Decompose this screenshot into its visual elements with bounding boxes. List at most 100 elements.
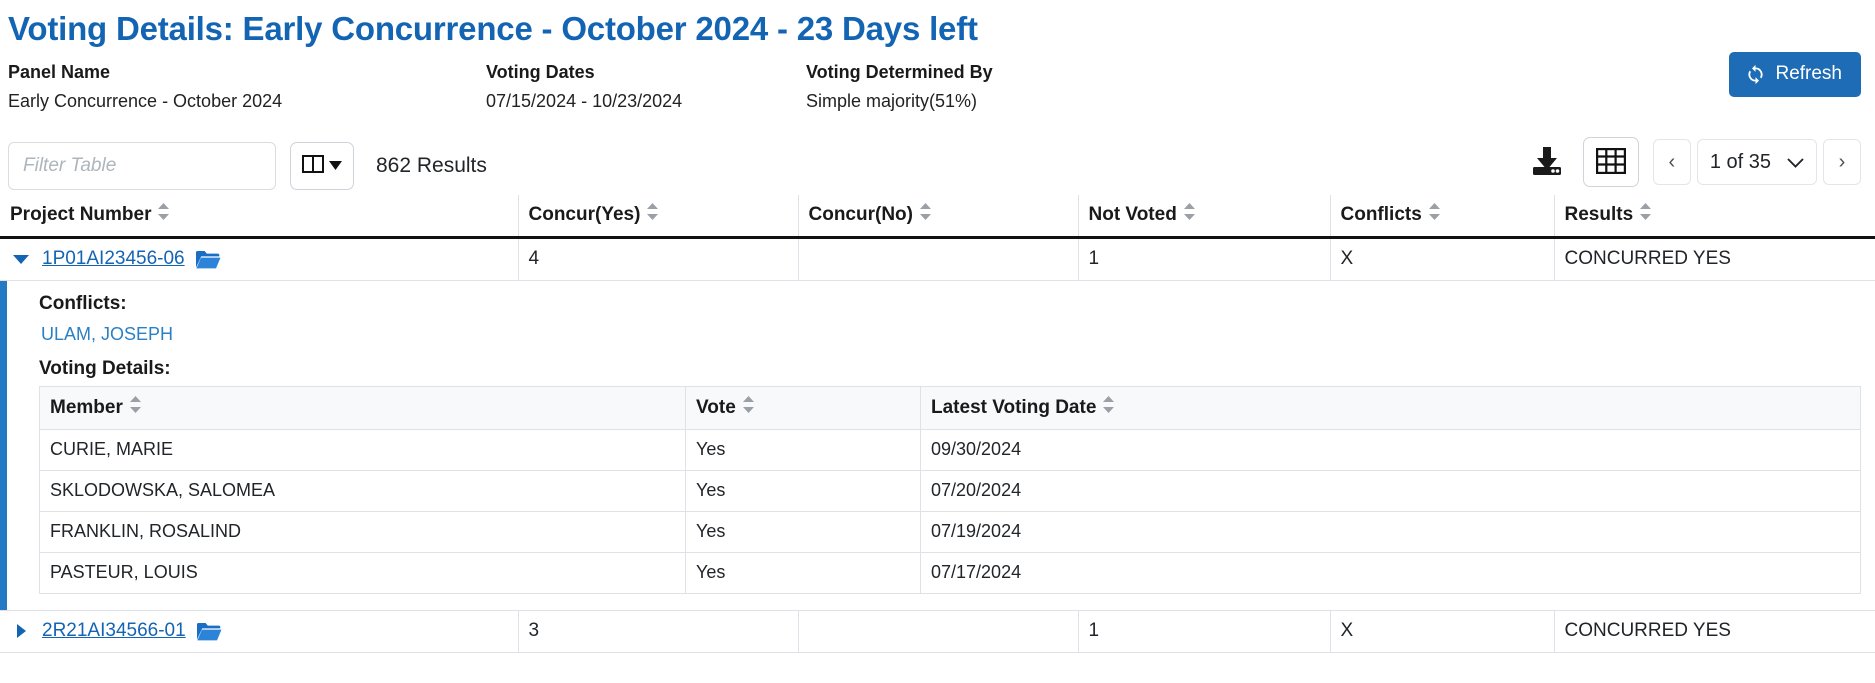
prev-page-button[interactable]: ‹ bbox=[1652, 139, 1691, 185]
cell-conflicts: X bbox=[1330, 237, 1555, 281]
project-number-link[interactable]: 1P01AI23456-06 bbox=[42, 248, 185, 270]
caret-right-icon bbox=[16, 624, 26, 638]
cell-results: CONCURRED YES bbox=[1554, 610, 1875, 653]
table-header: Project Number Concur(Yes) Concur(No) No… bbox=[0, 195, 1875, 239]
next-page-button[interactable]: › bbox=[1823, 139, 1861, 185]
cell-latest-voting-date: 07/17/2024 bbox=[920, 552, 1861, 594]
page-indicator-label: 1 of 35 bbox=[1709, 150, 1771, 173]
column-header-label: Vote bbox=[696, 396, 736, 418]
meta-voting-dates: Voting Dates 07/15/2024 - 10/23/2024 bbox=[486, 60, 806, 115]
grid-view-button[interactable] bbox=[1582, 137, 1639, 187]
column-header-conflicts[interactable]: Conflicts bbox=[1330, 195, 1555, 239]
row-expand-toggle[interactable] bbox=[10, 624, 32, 638]
voting-details-body: CURIE, MARIE Yes 09/30/2024 SKLODOWSKA, … bbox=[39, 429, 1861, 594]
cell-not-voted: 1 bbox=[1078, 610, 1331, 653]
project-number-link[interactable]: 2R21AI34566-01 bbox=[42, 620, 186, 642]
cell-project-number: 1P01AI23456-06 bbox=[0, 237, 519, 281]
cell-concur-yes: 4 bbox=[518, 237, 799, 281]
download-button[interactable] bbox=[1525, 138, 1569, 186]
list-item: PASTEUR, LOUIS Yes 07/17/2024 bbox=[39, 552, 1861, 594]
refresh-label: Refresh bbox=[1775, 63, 1842, 84]
cell-latest-voting-date: 07/20/2024 bbox=[920, 470, 1861, 512]
table-toolbar: 862 Results bbox=[0, 115, 1875, 195]
column-header-concur-yes[interactable]: Concur(Yes) bbox=[518, 195, 799, 239]
detail-panel: Conflicts: ULAM, JOSEPH Voting Details: bbox=[0, 281, 1875, 610]
panel-meta-row: Panel Name Early Concurrence - October 2… bbox=[0, 48, 1875, 115]
sort-icon[interactable] bbox=[158, 203, 170, 226]
voting-details-header: Member Vote Latest Voting Date bbox=[39, 386, 1861, 430]
meta-label: Voting Dates bbox=[486, 62, 595, 82]
sort-icon[interactable] bbox=[1640, 203, 1652, 226]
table-body: 1P01AI23456-06 4 1 X CONCURRED YES Confl… bbox=[0, 237, 1875, 653]
cell-conflicts: X bbox=[1330, 610, 1555, 653]
list-item: FRANKLIN, ROSALIND Yes 07/19/2024 bbox=[39, 511, 1861, 553]
folder-open-icon[interactable] bbox=[196, 621, 222, 642]
sort-icon[interactable] bbox=[1103, 396, 1115, 419]
cell-vote: Yes bbox=[685, 429, 921, 471]
column-header-project-number[interactable]: Project Number bbox=[0, 195, 519, 239]
column-header-label: Latest Voting Date bbox=[931, 396, 1097, 418]
column-header-latest-voting-date[interactable]: Latest Voting Date bbox=[920, 386, 1861, 430]
cell-latest-voting-date: 07/19/2024 bbox=[920, 511, 1861, 553]
sort-icon[interactable] bbox=[129, 396, 141, 419]
meta-label: Voting Determined By bbox=[806, 62, 993, 82]
cell-vote: Yes bbox=[685, 470, 921, 512]
chevron-down-icon bbox=[1787, 151, 1804, 174]
cell-concur-yes: 3 bbox=[518, 610, 799, 653]
table-row[interactable]: 2R21AI34566-01 3 1 X CONCURRED YES bbox=[0, 610, 1875, 653]
column-header-label: Member bbox=[50, 396, 123, 418]
list-item: CURIE, MARIE Yes 09/30/2024 bbox=[39, 429, 1861, 471]
voting-details-label: Voting Details: bbox=[39, 358, 171, 379]
column-chooser-button[interactable] bbox=[290, 142, 354, 190]
cell-concur-no bbox=[798, 610, 1079, 653]
list-item: SKLODOWSKA, SALOMEA Yes 07/20/2024 bbox=[39, 470, 1861, 512]
sort-icon[interactable] bbox=[1183, 203, 1195, 226]
sort-icon[interactable] bbox=[647, 203, 659, 226]
page-title: Voting Details: Early Concurrence - Octo… bbox=[8, 10, 978, 47]
column-header-label: Results bbox=[1564, 203, 1634, 225]
sort-icon[interactable] bbox=[1428, 203, 1440, 226]
table-row-detail: Conflicts: ULAM, JOSEPH Voting Details: bbox=[0, 280, 1875, 611]
folder-open-icon[interactable] bbox=[195, 249, 221, 270]
sort-icon[interactable] bbox=[742, 396, 754, 419]
meta-value: Simple majority(51%) bbox=[806, 91, 978, 111]
refresh-button[interactable]: Refresh bbox=[1729, 52, 1861, 97]
cell-not-voted: 1 bbox=[1078, 237, 1331, 281]
column-header-label: Conflicts bbox=[1340, 203, 1422, 225]
cell-vote: Yes bbox=[685, 511, 921, 553]
column-header-concur-no[interactable]: Concur(No) bbox=[798, 195, 1079, 239]
meta-value: 07/15/2024 - 10/23/2024 bbox=[486, 91, 683, 111]
toolbar-right-group: ‹ 1 of 35 › bbox=[1525, 137, 1861, 187]
sort-icon[interactable] bbox=[919, 203, 931, 226]
cell-member: PASTEUR, LOUIS bbox=[39, 552, 686, 594]
caret-down-icon bbox=[13, 254, 29, 264]
filter-input[interactable] bbox=[8, 142, 276, 190]
row-collapse-toggle[interactable] bbox=[10, 254, 32, 264]
column-header-member[interactable]: Member bbox=[39, 386, 686, 430]
column-header-results[interactable]: Results bbox=[1554, 195, 1875, 239]
column-header-label: Project Number bbox=[10, 203, 152, 225]
conflict-member-link[interactable]: ULAM, JOSEPH bbox=[7, 319, 1875, 358]
columns-icon bbox=[302, 154, 324, 179]
voting-details-page: Voting Details: Early Concurrence - Octo… bbox=[0, 0, 1875, 683]
cell-member: SKLODOWSKA, SALOMEA bbox=[39, 470, 686, 512]
voting-details-header-row: Member Vote Latest Voting Date bbox=[39, 386, 1861, 430]
voting-details-table: Member Vote Latest Voting Date CURIE, MA… bbox=[39, 386, 1861, 594]
conflicts-label: Conflicts: bbox=[39, 293, 127, 314]
refresh-icon bbox=[1745, 64, 1766, 85]
meta-voting-determined-by: Voting Determined By Simple majority(51%… bbox=[806, 60, 1206, 115]
cell-vote: Yes bbox=[685, 552, 921, 594]
column-header-label: Not Voted bbox=[1088, 203, 1177, 225]
cell-member: CURIE, MARIE bbox=[39, 429, 686, 471]
column-header-vote[interactable]: Vote bbox=[685, 386, 921, 430]
download-icon bbox=[1530, 145, 1564, 180]
detail-panel-cell: Conflicts: ULAM, JOSEPH Voting Details: bbox=[0, 280, 1875, 611]
voting-results-table: Project Number Concur(Yes) Concur(No) No… bbox=[0, 195, 1875, 653]
results-count: 862 Results bbox=[376, 154, 487, 177]
page-selector[interactable]: 1 of 35 bbox=[1696, 139, 1817, 185]
table-header-row: Project Number Concur(Yes) Concur(No) No… bbox=[0, 195, 1875, 239]
table-row[interactable]: 1P01AI23456-06 4 1 X CONCURRED YES bbox=[0, 237, 1875, 281]
column-header-not-voted[interactable]: Not Voted bbox=[1078, 195, 1331, 239]
grid-icon bbox=[1595, 147, 1627, 177]
cell-member: FRANKLIN, ROSALIND bbox=[39, 511, 686, 553]
